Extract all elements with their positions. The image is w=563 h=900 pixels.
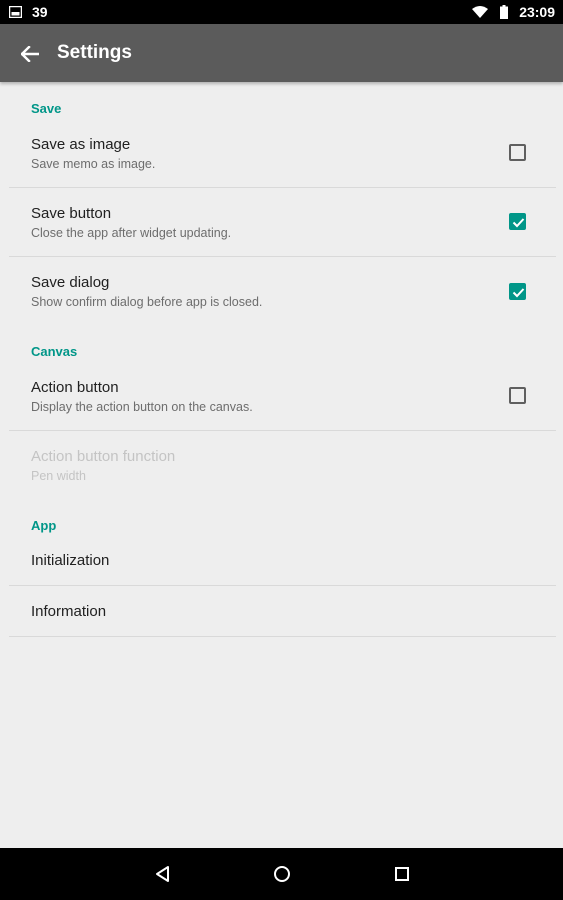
pref-save-as-image[interactable]: Save as image Save memo as image.: [0, 126, 563, 186]
save-dialog-checkbox[interactable]: [509, 283, 526, 300]
nav-recents-button[interactable]: [387, 859, 417, 889]
nav-back-button[interactable]: [148, 859, 178, 889]
status-system: 23:09: [472, 3, 555, 21]
settings-screen: 39 23:09 Settings Save Save as image Sav…: [0, 0, 563, 900]
check-icon: [512, 218, 525, 228]
gallery-notification-icon: [9, 6, 22, 18]
pref-summary: Close the app after widget updating.: [31, 226, 232, 240]
pref-action-button[interactable]: Action button Display the action button …: [0, 369, 563, 429]
pref-save-dialog[interactable]: Save dialog Show confirm dialog before a…: [0, 264, 563, 324]
divider: [9, 430, 556, 431]
pref-save-button[interactable]: Save button Close the app after widget u…: [0, 195, 563, 255]
status-time: 23:09: [519, 4, 555, 20]
pref-action-button-function: Action button function Pen width: [0, 438, 563, 498]
pref-initialization[interactable]: Initialization: [0, 542, 563, 584]
check-icon: [512, 288, 525, 298]
pref-title: Save button: [31, 205, 112, 222]
pref-title: Action button: [31, 379, 119, 396]
wifi-icon: [472, 6, 494, 18]
save-button-checkbox[interactable]: [509, 213, 526, 230]
save-as-image-checkbox[interactable]: [509, 144, 526, 161]
pref-title: Initialization: [31, 552, 110, 569]
pref-summary: Display the action button on the canvas.: [31, 400, 253, 414]
section-header-app: App: [31, 518, 57, 533]
divider: [9, 256, 556, 257]
back-triangle-icon: [156, 866, 169, 882]
home-circle-icon: [274, 866, 290, 882]
pref-title: Save dialog: [31, 274, 110, 291]
section-header-canvas: Canvas: [31, 344, 78, 359]
section-header-save: Save: [31, 101, 62, 116]
action-button-checkbox[interactable]: [509, 387, 526, 404]
app-bar: Settings: [0, 24, 563, 82]
back-button[interactable]: [13, 37, 47, 71]
nav-home-button[interactable]: [267, 859, 297, 889]
status-bar: 39 23:09: [0, 0, 563, 24]
pref-summary: Show confirm dialog before app is closed…: [31, 295, 263, 309]
page-title: Settings: [57, 42, 132, 63]
divider: [9, 187, 556, 188]
pref-summary: Save memo as image.: [31, 157, 156, 171]
pref-information[interactable]: Information: [0, 593, 563, 635]
pref-title: Action button function: [31, 448, 176, 465]
navigation-bar: [0, 848, 563, 900]
pref-title: Information: [31, 603, 107, 620]
battery-icon: [500, 5, 514, 19]
pref-summary: Pen width: [31, 469, 86, 483]
recents-square-icon: [395, 867, 409, 881]
preferences-list: Save Save as image Save memo as image. S…: [0, 82, 563, 848]
arrow-back-icon: [21, 46, 39, 62]
divider: [9, 636, 556, 637]
notification-count: 39: [32, 4, 48, 20]
divider: [9, 585, 556, 586]
pref-title: Save as image: [31, 136, 131, 153]
status-notifications: 39: [9, 4, 48, 20]
